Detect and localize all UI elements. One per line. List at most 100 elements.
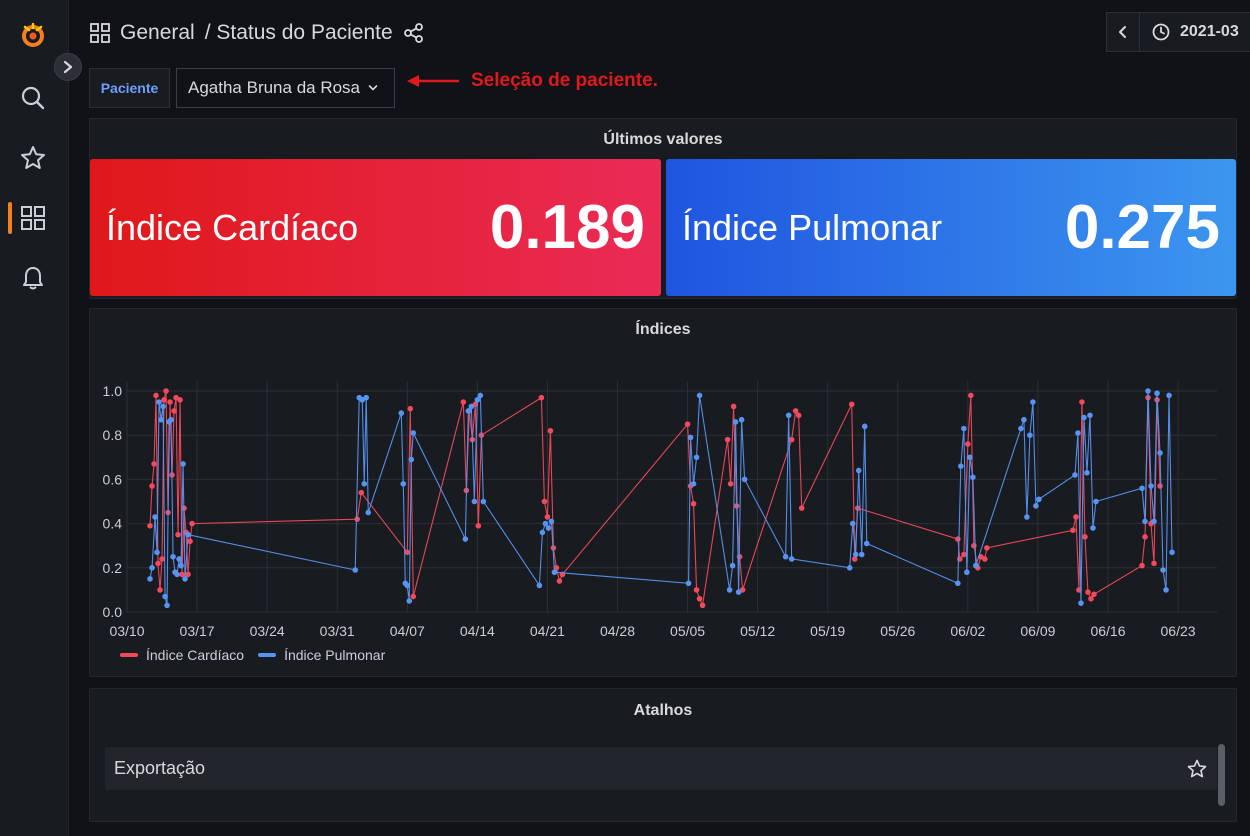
data-point-pulmonary bbox=[1087, 412, 1093, 419]
data-point-cardiac bbox=[410, 593, 417, 600]
data-point-pulmonary bbox=[685, 580, 692, 587]
x-tick-label: 03/17 bbox=[180, 623, 215, 639]
x-tick-label: 06/23 bbox=[1161, 623, 1196, 639]
data-point-pulmonary bbox=[170, 553, 176, 560]
data-point-pulmonary bbox=[1027, 432, 1033, 438]
data-point-cardiac bbox=[690, 500, 697, 507]
data-point-pulmonary bbox=[480, 498, 487, 505]
legend-label-cardiac: Índice Cardíaco bbox=[146, 647, 245, 663]
data-point-pulmonary bbox=[973, 562, 979, 569]
y-tick-label: 0.8 bbox=[103, 427, 123, 443]
annotation-callout: Seleção de paciente. bbox=[405, 70, 658, 92]
y-tick-label: 1.0 bbox=[103, 383, 123, 399]
data-point-pulmonary bbox=[462, 536, 469, 542]
dashboards-icon[interactable] bbox=[18, 203, 48, 233]
data-point-pulmonary bbox=[1072, 472, 1078, 478]
data-point-cardiac bbox=[163, 388, 169, 394]
data-point-pulmonary bbox=[185, 531, 191, 538]
data-point-cardiac bbox=[189, 520, 195, 527]
data-point-cardiac bbox=[171, 408, 177, 414]
chart-legend: Índice Cardíaco Índice Pulmonar bbox=[120, 647, 385, 663]
data-point-pulmonary bbox=[849, 520, 856, 527]
data-point-pulmonary bbox=[1151, 518, 1157, 525]
data-point-pulmonary bbox=[1148, 483, 1154, 489]
data-point-cardiac bbox=[1073, 514, 1079, 520]
data-point-cardiac bbox=[161, 397, 167, 403]
chevron-down-icon bbox=[368, 85, 378, 91]
time-range-picker[interactable]: 2021-03 bbox=[1140, 12, 1250, 52]
data-point-cardiac bbox=[544, 514, 551, 520]
y-tick-label: 0.6 bbox=[103, 471, 123, 487]
shortcut-label: Exportação bbox=[114, 758, 206, 778]
grafana-logo-icon[interactable] bbox=[18, 20, 48, 50]
x-tick-label: 05/05 bbox=[670, 623, 705, 639]
data-point-pulmonary bbox=[1166, 392, 1172, 399]
data-point-pulmonary bbox=[406, 598, 413, 604]
stat-card-cardiac[interactable]: Índice Cardíaco 0.189 bbox=[90, 159, 661, 296]
data-point-pulmonary bbox=[693, 454, 700, 461]
stats-panel-title: Últimos valores bbox=[603, 131, 723, 148]
data-point-cardiac bbox=[153, 392, 159, 399]
page-title[interactable]: / Status do Paciente bbox=[205, 21, 393, 45]
data-point-pulmonary bbox=[1075, 430, 1081, 436]
data-point-pulmonary bbox=[162, 593, 168, 600]
star-icon[interactable] bbox=[18, 143, 48, 173]
legend-item-cardiac[interactable]: Índice Cardíaco bbox=[120, 647, 244, 663]
stat-label-cardiac: Índice Cardíaco bbox=[106, 206, 359, 248]
x-tick-label: 05/19 bbox=[810, 623, 845, 639]
data-point-cardiac bbox=[1070, 527, 1076, 534]
stat-label-pulmonary: Índice Pulmonar bbox=[682, 206, 943, 248]
x-tick-label: 04/21 bbox=[530, 623, 565, 639]
data-point-cardiac bbox=[1079, 399, 1085, 405]
data-point-cardiac bbox=[149, 483, 155, 489]
expand-menu-button[interactable] bbox=[54, 53, 82, 81]
annotation-text: Seleção de paciente. bbox=[471, 70, 658, 91]
shortcut-link-export[interactable]: Exportação bbox=[105, 747, 1217, 790]
legend-item-pulmonary[interactable]: Índice Pulmonar bbox=[258, 647, 385, 663]
dashboard-grid-icon bbox=[90, 23, 110, 43]
stat-value-pulmonary: 0.275 bbox=[1064, 193, 1220, 262]
data-point-pulmonary bbox=[788, 556, 795, 562]
data-point-cardiac bbox=[547, 427, 554, 434]
share-icon[interactable] bbox=[403, 22, 425, 44]
data-point-cardiac bbox=[167, 399, 173, 405]
data-point-pulmonary bbox=[1145, 388, 1151, 394]
data-point-pulmonary bbox=[361, 481, 368, 487]
series-line-cardiac bbox=[149, 390, 1161, 608]
y-tick-label: 0.0 bbox=[103, 604, 123, 620]
data-point-pulmonary bbox=[539, 529, 546, 536]
data-point-pulmonary bbox=[1021, 416, 1027, 423]
data-point-pulmonary bbox=[1078, 600, 1084, 606]
time-range-label: 2021-03 bbox=[1180, 23, 1239, 40]
line-chart[interactable]: 0.0 0.2 0.4 0.6 0.8 1.0 03/10 03/17 03/24 03/31 04… bbox=[90, 309, 1236, 676]
data-point-pulmonary bbox=[863, 540, 870, 547]
x-tick-label: 03/10 bbox=[109, 623, 144, 639]
data-point-cardiac bbox=[151, 461, 157, 467]
data-point-cardiac bbox=[984, 545, 990, 551]
clock-icon bbox=[1152, 23, 1170, 41]
data-point-pulmonary bbox=[548, 518, 555, 525]
patient-select[interactable]: Agatha Bruna da Rosa bbox=[176, 68, 395, 108]
stat-value-cardiac: 0.189 bbox=[489, 193, 645, 262]
data-point-pulmonary bbox=[1024, 514, 1030, 520]
data-point-pulmonary bbox=[958, 463, 964, 469]
data-point-cardiac bbox=[1157, 483, 1163, 489]
data-point-cardiac bbox=[982, 556, 988, 562]
data-point-pulmonary bbox=[961, 425, 967, 432]
bell-icon[interactable] bbox=[18, 263, 48, 293]
search-icon[interactable] bbox=[18, 83, 48, 113]
data-point-pulmonary bbox=[1093, 498, 1099, 505]
data-point-cardiac bbox=[684, 421, 691, 427]
data-point-cardiac bbox=[971, 542, 977, 549]
star-icon[interactable] bbox=[1187, 759, 1207, 779]
time-back-button[interactable] bbox=[1106, 12, 1140, 52]
data-point-pulmonary bbox=[964, 569, 970, 576]
data-point-pulmonary bbox=[176, 556, 182, 562]
data-point-pulmonary bbox=[738, 416, 745, 423]
stat-card-pulmonary[interactable]: Índice Pulmonar 0.275 bbox=[666, 159, 1236, 296]
data-point-pulmonary bbox=[1081, 414, 1087, 421]
legend-swatch-cardiac bbox=[120, 653, 138, 657]
legend-label-pulmonary: Índice Pulmonar bbox=[284, 647, 386, 663]
scrollbar[interactable] bbox=[1218, 744, 1225, 806]
breadcrumb-folder-link[interactable]: General bbox=[120, 21, 195, 45]
